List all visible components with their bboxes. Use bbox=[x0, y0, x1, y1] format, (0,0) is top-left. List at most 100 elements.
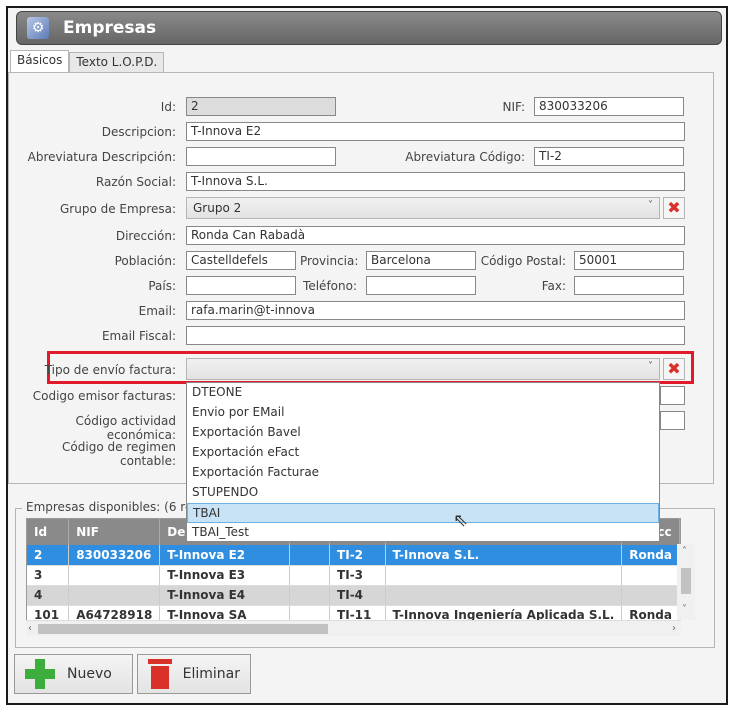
codigo-emisor-field[interactable] bbox=[660, 386, 685, 405]
eliminar-button[interactable]: Eliminar bbox=[137, 654, 251, 694]
telefono-field[interactable] bbox=[366, 276, 476, 295]
chevron-down-icon: ˅ bbox=[648, 361, 653, 372]
cell-id: 4 bbox=[27, 585, 70, 606]
abrev-desc-label: Abreviatura Descripción: bbox=[27, 150, 176, 164]
email-fiscal-field[interactable] bbox=[186, 326, 685, 345]
descripcion-label: Descripcion: bbox=[101, 125, 176, 139]
eliminar-label: Eliminar bbox=[182, 666, 240, 682]
horizontal-scroll-thumb[interactable] bbox=[38, 624, 328, 634]
cell-c4 bbox=[289, 565, 331, 586]
vertical-scroll-thumb[interactable] bbox=[681, 568, 691, 594]
scroll-up-icon[interactable]: ˄ bbox=[682, 546, 687, 557]
id-label: Id: bbox=[160, 100, 176, 114]
pais-field[interactable] bbox=[186, 276, 296, 295]
email-fiscal-label: Email Fiscal: bbox=[101, 329, 176, 343]
horizontal-scrollbar[interactable]: ‹ › bbox=[26, 620, 681, 636]
plus-icon bbox=[25, 659, 55, 689]
mouse-cursor-icon: ⇖ bbox=[453, 510, 469, 531]
chevron-down-icon: ˅ bbox=[648, 200, 653, 211]
cell-desc: T-Innova E3 bbox=[159, 565, 291, 586]
cell-dir bbox=[621, 585, 680, 606]
tipo-envio-combo[interactable]: ˅ bbox=[186, 358, 660, 380]
email-label: Email: bbox=[138, 304, 176, 318]
window-title: Empresas bbox=[63, 18, 157, 38]
dropdown-option-selected[interactable]: TBAI bbox=[187, 503, 659, 523]
cell-nif bbox=[68, 565, 161, 586]
id-field: 2 bbox=[186, 97, 336, 116]
scroll-down-icon[interactable]: ˅ bbox=[682, 604, 687, 615]
poblacion-label: Población: bbox=[114, 254, 176, 268]
email-field[interactable]: rafa.marin@t-innova bbox=[186, 301, 685, 320]
abrev-cod-label: Abreviatura Código: bbox=[405, 150, 525, 164]
tipo-envio-label: Tipo de envío factura: bbox=[44, 363, 176, 377]
tab-texto-lopd[interactable]: Texto L.O.P.D. bbox=[69, 52, 165, 74]
cell-razon bbox=[385, 585, 623, 606]
cell-abrev: TI-2 bbox=[329, 545, 386, 566]
provincia-label: Provincia: bbox=[300, 254, 359, 268]
cell-nif bbox=[68, 585, 161, 606]
cell-desc: T-Innova E4 bbox=[159, 585, 291, 606]
abrev-cod-field[interactable]: TI-2 bbox=[534, 147, 684, 166]
tab-basicos[interactable]: Básicos bbox=[10, 50, 70, 74]
cp-field[interactable]: 50001 bbox=[574, 251, 684, 270]
scroll-left-icon[interactable]: ‹ bbox=[28, 623, 32, 634]
dropdown-option[interactable]: TBAI_Test bbox=[187, 523, 659, 543]
cell-razon bbox=[385, 565, 623, 586]
cell-dir bbox=[621, 565, 680, 586]
grupo-value: Grupo 2 bbox=[193, 201, 242, 215]
column-header-id[interactable]: Id bbox=[27, 519, 70, 545]
tab-bar: Básicos Texto L.O.P.D. bbox=[10, 50, 165, 74]
clear-grupo-button[interactable]: ✖ bbox=[663, 197, 685, 219]
razon-social-label: Razón Social: bbox=[95, 175, 176, 189]
cell-razon: T-Innova S.L. bbox=[385, 545, 623, 566]
nif-label: NIF: bbox=[502, 100, 525, 114]
nuevo-label: Nuevo bbox=[67, 666, 112, 682]
close-icon: ✖ bbox=[667, 198, 681, 217]
cell-desc: T-Innova E2 bbox=[159, 545, 291, 566]
title-bar: ⚙ Empresas bbox=[16, 11, 722, 45]
codigo-regimen-label: Código de regimen contable: bbox=[62, 440, 176, 468]
table-row[interactable]: 2 830033206 T-Innova E2 TI-2 T-Innova S.… bbox=[27, 545, 680, 566]
pais-label: País: bbox=[148, 279, 176, 293]
cp-label: Código Postal: bbox=[480, 254, 566, 268]
codigo-actividad-label: Código actividad económica: bbox=[75, 414, 176, 442]
clear-tipo-envio-button[interactable]: ✖ bbox=[663, 358, 685, 380]
cell-id: 2 bbox=[27, 545, 70, 566]
cell-dir: Ronda bbox=[621, 545, 680, 566]
dropdown-option[interactable]: STUPENDO bbox=[187, 483, 659, 503]
poblacion-field[interactable]: Castelldefels bbox=[186, 251, 296, 270]
codigo-actividad-field[interactable] bbox=[660, 411, 685, 430]
dropdown-option[interactable]: Exportación eFact bbox=[187, 443, 659, 463]
cell-id: 3 bbox=[27, 565, 70, 586]
settings-window-icon: ⚙ bbox=[27, 17, 49, 39]
descripcion-field[interactable]: T-Innova E2 bbox=[186, 122, 685, 141]
nif-field[interactable]: 830033206 bbox=[534, 97, 684, 116]
nuevo-button[interactable]: Nuevo bbox=[14, 654, 133, 694]
dropdown-option[interactable]: Exportación Facturae bbox=[187, 463, 659, 483]
abrev-desc-field[interactable] bbox=[186, 147, 336, 166]
dropdown-option[interactable]: Envio por EMail bbox=[187, 403, 659, 423]
direccion-label: Dirección: bbox=[115, 229, 176, 243]
table-row[interactable]: 3 T-Innova E3 TI-3 bbox=[27, 565, 680, 586]
cell-nif: 830033206 bbox=[68, 545, 161, 566]
scroll-right-icon[interactable]: › bbox=[672, 623, 676, 634]
razon-social-field[interactable]: T-Innova S.L. bbox=[186, 172, 685, 191]
close-icon: ✖ bbox=[667, 359, 681, 378]
dropdown-option[interactable]: DTEONE bbox=[187, 383, 659, 403]
cell-c4 bbox=[289, 545, 331, 566]
grupo-combo[interactable]: Grupo 2 ˅ bbox=[186, 197, 660, 219]
telefono-label: Teléfono: bbox=[303, 279, 357, 293]
provincia-field[interactable]: Barcelona bbox=[366, 251, 476, 270]
codigo-emisor-label: Codigo emisor facturas: bbox=[32, 389, 176, 403]
table-row[interactable]: 4 T-Innova E4 TI-4 bbox=[27, 585, 680, 606]
grupo-label: Grupo de Empresa: bbox=[59, 202, 176, 216]
tipo-envio-dropdown: DTEONE Envio por EMail Exportación Bavel… bbox=[186, 382, 660, 542]
cell-abrev: TI-4 bbox=[329, 585, 386, 606]
dropdown-option[interactable]: Exportación Bavel bbox=[187, 423, 659, 443]
fax-label: Fax: bbox=[541, 279, 566, 293]
vertical-scrollbar[interactable]: ˄ ˅ bbox=[677, 544, 695, 620]
fax-field[interactable] bbox=[574, 276, 684, 295]
column-header-nif[interactable]: NIF bbox=[68, 519, 161, 545]
direccion-field[interactable]: Ronda Can Rabadà bbox=[186, 226, 685, 245]
cell-c4 bbox=[289, 585, 331, 606]
